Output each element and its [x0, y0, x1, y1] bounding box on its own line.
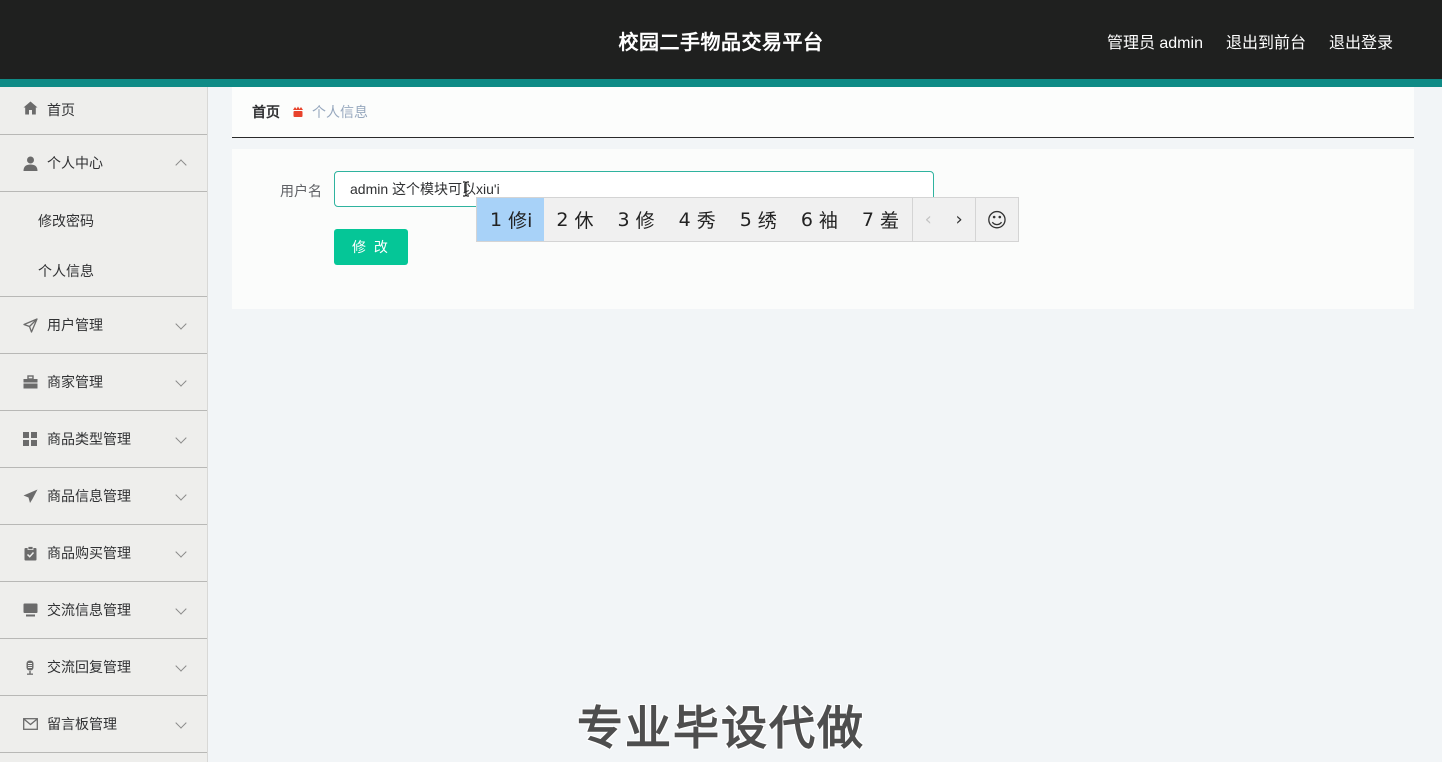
chevron-down-icon — [175, 432, 187, 444]
breadcrumb-separator-icon — [292, 106, 304, 118]
sidebar-item-product-type-management[interactable]: 商品类型管理 — [0, 411, 207, 468]
sidebar-item-exchange-info-management[interactable]: 交流信息管理 — [0, 582, 207, 639]
paper-plane-outline-icon — [22, 317, 38, 333]
chevron-down-icon — [175, 489, 187, 501]
emoji-icon[interactable]: ☺ — [974, 198, 1018, 241]
personal-center-submenu: 修改密码 个人信息 — [0, 196, 207, 297]
header-accent-bar — [0, 79, 1442, 87]
sidebar-item-product-info-management[interactable]: 商品信息管理 — [0, 468, 207, 525]
sidebar-item-label: 交流回复管理 — [47, 659, 131, 675]
home-icon — [22, 100, 38, 116]
sidebar-item-label: 交流信息管理 — [47, 602, 131, 618]
top-nav: 管理员 admin 退出到前台 退出登录 — [1107, 29, 1393, 53]
chevron-up-icon — [175, 159, 187, 171]
sidebar-item-merchant-management[interactable]: 商家管理 — [0, 354, 207, 411]
sidebar-item-label: 个人中心 — [47, 155, 103, 171]
breadcrumb-current: 个人信息 — [312, 104, 368, 120]
ime-candidate[interactable]: 2休 — [544, 198, 605, 241]
clipboard-check-icon — [22, 545, 38, 561]
sidebar-item-personal-center[interactable]: 个人中心 — [0, 135, 207, 192]
sidebar-item-label: 用户管理 — [47, 317, 103, 333]
sidebar-item-personal-info[interactable]: 个人信息 — [0, 246, 207, 296]
chevron-down-icon — [175, 603, 187, 615]
microphone-icon — [22, 659, 38, 675]
sidebar-item-label: 商家管理 — [47, 374, 103, 390]
sidebar-item-label: 商品类型管理 — [47, 431, 131, 447]
sidebar: 首页 个人中心 修改密码 个人信息 用户管理 商家管理 商品类型管理 商品信息管… — [0, 87, 208, 762]
sidebar-item-user-management[interactable]: 用户管理 — [0, 297, 207, 354]
chevron-down-icon — [175, 318, 187, 330]
breadcrumb-home[interactable]: 首页 — [252, 102, 280, 122]
top-header: 校园二手物品交易平台 管理员 admin 退出到前台 退出登录 — [0, 0, 1442, 79]
briefcase-icon — [22, 374, 38, 390]
breadcrumb: 首页 个人信息 — [232, 87, 1414, 138]
monitor-icon — [22, 602, 38, 618]
ime-candidate[interactable]: 7羞 — [850, 198, 911, 241]
chevron-down-icon — [175, 546, 187, 558]
watermark-text: 专业毕设代做 — [577, 701, 865, 755]
sidebar-item-reply-management[interactable]: 交流回复管理 — [0, 639, 207, 696]
chevron-down-icon — [175, 375, 187, 387]
sidebar-item-home[interactable]: 首页 — [0, 87, 207, 135]
admin-user-link[interactable]: 管理员 admin — [1107, 29, 1203, 53]
goto-frontend-link[interactable]: 退出到前台 — [1226, 29, 1306, 53]
ime-prev-page-icon[interactable]: ‹ — [912, 198, 943, 241]
sidebar-item-change-password[interactable]: 修改密码 — [0, 196, 207, 246]
text-cursor-icon — [462, 181, 470, 197]
sidebar-item-label: 首页 — [47, 102, 75, 118]
logout-link[interactable]: 退出登录 — [1329, 29, 1393, 53]
ime-next-page-icon[interactable]: › — [943, 198, 974, 241]
ime-candidate[interactable]: 4秀 — [667, 198, 728, 241]
modify-button[interactable]: 修 改 — [334, 229, 408, 265]
ime-candidate[interactable]: 1 修i — [477, 198, 545, 241]
ime-candidate[interactable]: 5绣 — [728, 198, 789, 241]
send-icon — [22, 488, 38, 504]
sidebar-item-label: 商品信息管理 — [47, 488, 131, 504]
ime-candidate-bar: 1 修i 2休 3修 4秀 5绣 6袖 7羞 ‹ › ☺ — [476, 197, 1019, 242]
sidebar-item-purchase-management[interactable]: 商品购买管理 — [0, 525, 207, 582]
chevron-down-icon — [175, 660, 187, 672]
ime-candidate[interactable]: 3修 — [605, 198, 666, 241]
sidebar-item-label: 商品购买管理 — [47, 545, 131, 561]
grid-icon — [22, 431, 38, 447]
user-icon — [22, 155, 38, 171]
ime-candidate[interactable]: 6袖 — [789, 198, 850, 241]
username-label: 用户名 — [280, 183, 322, 199]
